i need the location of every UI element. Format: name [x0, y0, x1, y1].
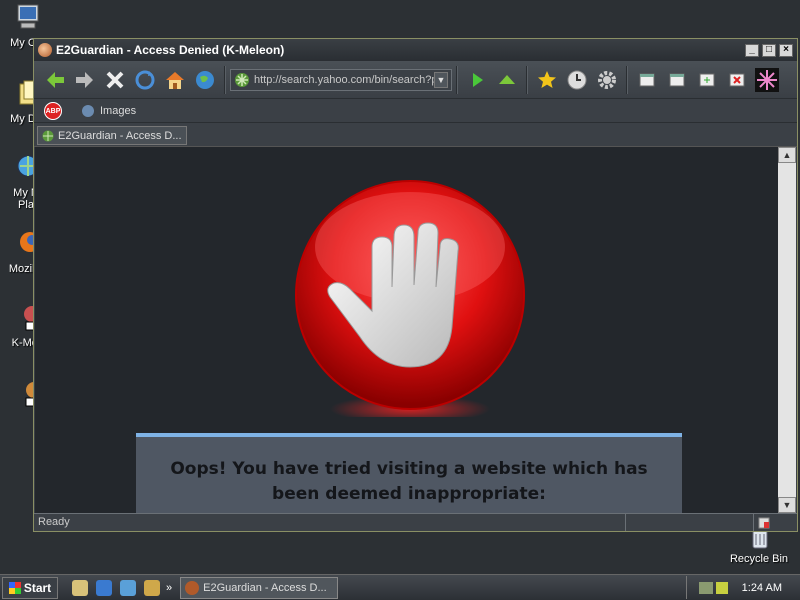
go-button[interactable]	[464, 67, 490, 93]
close-window-icon	[729, 73, 745, 86]
preferences-button[interactable]	[594, 67, 620, 93]
url-text: http://search.yahoo.com/bin/search?p	[254, 73, 434, 86]
task-title: E2Guardian - Access D...	[203, 581, 327, 594]
scroll-track[interactable]	[778, 163, 796, 497]
taskbar: Start » E2Guardian - Access D... 1:24 AM	[0, 574, 800, 600]
block-message-panel: Oops! You have tried visiting a website …	[136, 433, 682, 513]
back-button[interactable]	[42, 67, 68, 93]
stop-button[interactable]	[102, 67, 128, 93]
page-content: Oops! You have tried visiting a website …	[35, 147, 779, 513]
window-icon	[669, 73, 685, 86]
status-text: Ready	[34, 514, 626, 531]
bookmark-icon	[82, 104, 94, 117]
kmeleon-app-icon	[38, 43, 52, 57]
url-bar[interactable]: http://search.yahoo.com/bin/search?p ▼	[230, 68, 452, 91]
security-status-icon[interactable]	[754, 515, 774, 531]
bookmarks-button[interactable]	[534, 67, 560, 93]
stop-hand-icon	[295, 180, 525, 417]
status-bar: Ready	[34, 513, 797, 531]
kmeleon-task-icon	[185, 580, 200, 595]
outlook-express-icon[interactable]	[120, 579, 136, 596]
reload-button[interactable]	[132, 67, 158, 93]
toolbar-separator	[224, 65, 226, 94]
toolbar-separator	[626, 65, 628, 94]
reload-icon	[135, 70, 155, 89]
start-button[interactable]: Start	[2, 576, 58, 599]
home-button[interactable]	[162, 67, 188, 93]
globe-icon	[196, 70, 214, 89]
url-dropdown-button[interactable]: ▼	[434, 71, 448, 88]
scroll-up-button[interactable]: ▲	[778, 147, 796, 163]
star-icon	[538, 70, 556, 88]
home-icon	[166, 71, 184, 89]
kmeleon-throbber	[754, 67, 780, 93]
desktop-icon-recycle-bin[interactable]: Recycle Bin	[726, 528, 792, 565]
media-icon[interactable]	[144, 579, 160, 596]
windows-logo-icon	[8, 581, 21, 594]
window-title: E2Guardian - Access Denied (K-Meleon)	[56, 43, 285, 57]
layer-button[interactable]	[664, 67, 690, 93]
forward-arrow-icon	[76, 71, 93, 88]
internet-explorer-icon[interactable]	[96, 579, 112, 596]
maximize-button[interactable]: □	[762, 43, 776, 57]
new-layer-button[interactable]	[694, 67, 720, 93]
tab-bar: E2Guardian - Access D...	[34, 123, 797, 147]
back-arrow-icon	[47, 71, 64, 88]
show-desktop-icon[interactable]	[72, 579, 88, 596]
browser-window: E2Guardian - Access Denied (K-Meleon) _ …	[33, 38, 798, 532]
site-favicon-icon	[42, 130, 54, 141]
personal-toolbar: ABP Images	[34, 99, 797, 123]
tab-active[interactable]: E2Guardian - Access D...	[37, 126, 187, 145]
window-icon	[639, 73, 655, 86]
layer-button[interactable]	[634, 67, 660, 93]
bookmark-label: Images	[100, 104, 137, 117]
close-layer-button[interactable]	[724, 67, 750, 93]
vertical-scrollbar[interactable]: ▲ ▼	[778, 147, 796, 513]
gear-icon	[598, 70, 616, 89]
close-button[interactable]: ×	[779, 43, 793, 57]
play-icon	[473, 72, 483, 87]
audio-tray-icon[interactable]	[715, 581, 728, 594]
up-arrow-icon	[499, 74, 515, 84]
quicklaunch-more-button[interactable]: »	[166, 582, 172, 594]
forward-button[interactable]	[72, 67, 98, 93]
globe-button[interactable]	[192, 67, 218, 93]
toolbar-separator	[456, 65, 458, 94]
clock-icon	[567, 70, 587, 89]
computer-icon	[10, 2, 42, 34]
desktop-icon-label: Recycle Bin	[729, 553, 789, 565]
title-bar[interactable]: E2Guardian - Access Denied (K-Meleon) _ …	[34, 39, 797, 61]
scroll-down-button[interactable]: ▼	[778, 497, 796, 513]
minimize-button[interactable]: _	[745, 43, 759, 57]
task-button-kmeleon[interactable]: E2Guardian - Access D...	[180, 576, 339, 599]
bookmark-images[interactable]: Images	[82, 104, 137, 117]
site-favicon-icon	[235, 72, 249, 87]
tab-title: E2Guardian - Access D...	[58, 129, 182, 142]
new-window-icon	[699, 73, 715, 86]
toolbar-separator	[526, 65, 528, 94]
stop-x-icon	[106, 71, 124, 88]
block-message: Oops! You have tried visiting a website …	[170, 459, 648, 504]
clock[interactable]: 1:24 AM	[742, 582, 782, 594]
network-tray-icon[interactable]	[698, 581, 713, 594]
adblock-plus-icon[interactable]: ABP	[44, 101, 62, 120]
navigation-toolbar: http://search.yahoo.com/bin/search?p ▼	[34, 61, 797, 99]
up-button[interactable]	[494, 67, 520, 93]
system-tray: 1:24 AM	[686, 576, 800, 599]
start-label: Start	[23, 580, 52, 595]
history-button[interactable]	[564, 67, 590, 93]
status-progress	[626, 514, 754, 531]
kmeleon-logo-icon	[755, 67, 779, 92]
